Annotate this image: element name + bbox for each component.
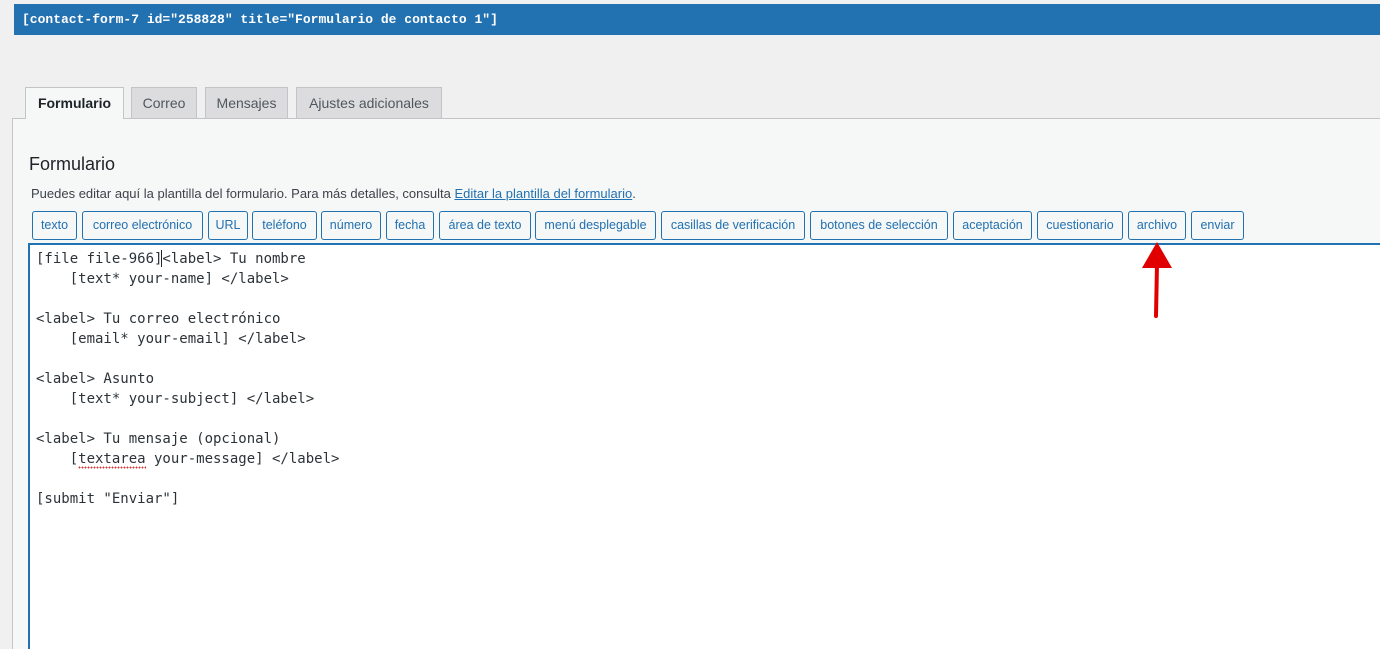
tag-button-url[interactable]: URL	[208, 211, 248, 240]
editor-line: <label> Tu mensaje (opcional)	[36, 431, 281, 447]
tag-button-botones-de-seleccion[interactable]: botones de selección	[810, 211, 948, 240]
editor-line: <label> Asunto	[36, 371, 155, 387]
editor-line: [file file-966]<label> Tu nombre	[36, 251, 306, 267]
tag-button-numero[interactable]: número	[321, 211, 381, 240]
arrow-shaft	[1154, 262, 1159, 318]
tag-button-fecha[interactable]: fecha	[386, 211, 434, 240]
tab-ajustes-adicionales[interactable]: Ajustes adicionales	[296, 87, 442, 118]
tag-button-correo-electronico[interactable]: correo electrónico	[82, 211, 203, 240]
tab-mensajes[interactable]: Mensajes	[205, 87, 288, 118]
tag-button-casillas-de-verificacion[interactable]: casillas de verificación	[661, 211, 805, 240]
text-caret	[161, 250, 162, 267]
tag-button-texto[interactable]: texto	[32, 211, 77, 240]
editor-line: [text* your-name] </label>	[36, 271, 289, 287]
description-text: Puedes editar aquí la plantilla del form…	[31, 186, 455, 201]
editor-line: <label> Tu correo electrónico	[36, 311, 281, 327]
tag-button-telefono[interactable]: teléfono	[252, 211, 317, 240]
tab-formulario[interactable]: Formulario	[25, 87, 124, 119]
tag-button-area-de-texto[interactable]: área de texto	[439, 211, 531, 240]
tag-button-archivo[interactable]: archivo	[1128, 211, 1186, 240]
editor-line: [submit "Enviar"]	[36, 491, 180, 507]
tag-button-menu-desplegable[interactable]: menú desplegable	[535, 211, 656, 240]
editor-line: [email* your-email] </label>	[36, 331, 306, 347]
description-period: .	[632, 186, 636, 201]
panel-description: Puedes editar aquí la plantilla del form…	[31, 186, 636, 201]
panel-title: Formulario	[29, 154, 116, 174]
tag-button-aceptacion[interactable]: aceptación	[953, 211, 1032, 240]
editor-line: [text* your-subject] </label>	[36, 391, 315, 407]
spellcheck-underline	[78, 466, 146, 469]
tag-button-cuestionario[interactable]: cuestionario	[1037, 211, 1123, 240]
tab-correo[interactable]: Correo	[131, 87, 197, 118]
edit-template-link[interactable]: Editar la plantilla del formulario	[454, 186, 632, 201]
tag-button-enviar[interactable]: enviar	[1191, 211, 1244, 240]
shortcode-bar[interactable]: [contact-form-7 id="258828" title="Formu…	[14, 4, 1380, 35]
annotation-arrow-icon	[1142, 242, 1172, 318]
